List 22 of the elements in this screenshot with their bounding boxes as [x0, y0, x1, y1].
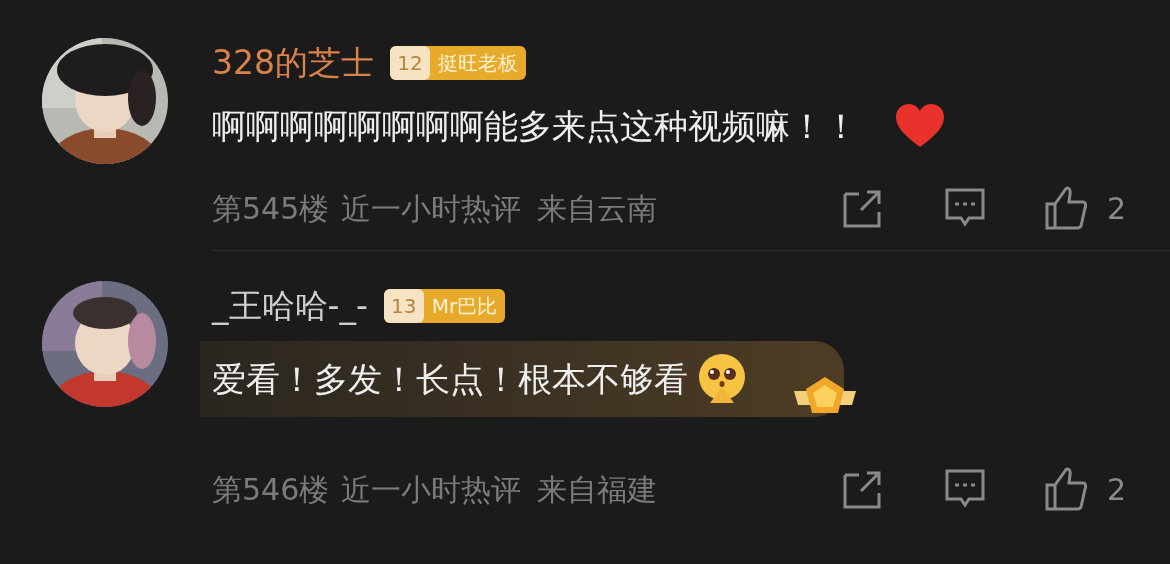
- like-count: 2: [1106, 470, 1126, 509]
- location: 来自云南: [537, 189, 658, 228]
- username[interactable]: _王哈哈-_-: [212, 281, 368, 331]
- floor-number: 第545楼: [212, 189, 330, 228]
- thumbs-up-icon[interactable]: [1044, 467, 1087, 511]
- share-icon[interactable]: [842, 469, 883, 509]
- username[interactable]: 328的芝士: [212, 38, 374, 88]
- heart-icon: [894, 103, 946, 149]
- floor-number: 第546楼: [212, 470, 330, 509]
- hot-tag: 近一小时热评: [341, 185, 522, 231]
- comment-icon[interactable]: [944, 188, 985, 228]
- comment-text: 爱看！多发！长点！根本不够看: [212, 357, 688, 401]
- level-badge: 13 Mr巴比: [383, 289, 506, 323]
- level-badge: 12 挺旺老板: [390, 46, 526, 80]
- pleading-face-icon: [696, 353, 748, 405]
- location: 来自福建: [537, 470, 658, 509]
- thumbs-up-icon[interactable]: [1044, 186, 1087, 230]
- share-icon[interactable]: [842, 188, 883, 228]
- comment-icon[interactable]: [944, 469, 985, 509]
- like-count: 2: [1106, 189, 1126, 228]
- comment-text: 啊啊啊啊啊啊啊啊能多来点这种视频嘛！！: [212, 104, 858, 148]
- hot-tag: 近一小时热评: [341, 466, 522, 512]
